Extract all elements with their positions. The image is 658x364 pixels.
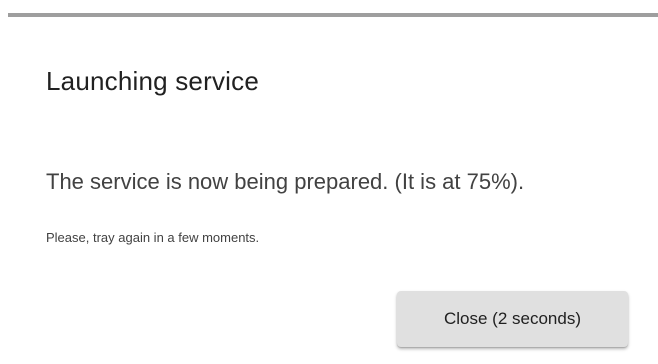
dialog-message: The service is now being prepared. (It i…: [46, 169, 525, 194]
dialog-top-divider: [8, 13, 658, 17]
dialog-hint: Please, tray again in a few moments.: [46, 230, 260, 245]
close-button[interactable]: Close (2 seconds): [397, 291, 628, 347]
dialog-title: Launching service: [46, 66, 259, 96]
launch-dialog: Launching service The service is now bei…: [0, 0, 658, 364]
